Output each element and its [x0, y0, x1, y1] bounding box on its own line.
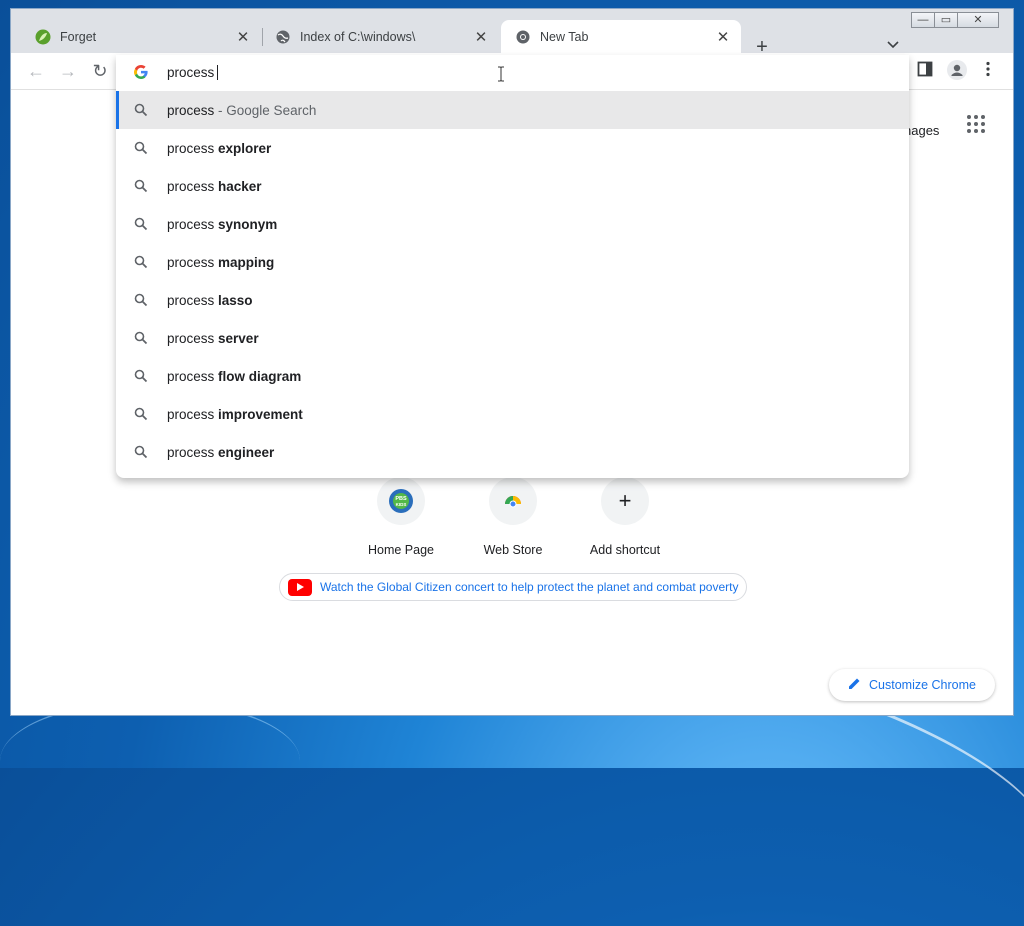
forward-button[interactable]: →: [57, 60, 79, 82]
suggestion-prefix: process: [167, 102, 215, 118]
back-button[interactable]: ←: [25, 60, 47, 82]
address-bar[interactable]: process: [116, 55, 909, 89]
suggestion-text: process - Google Search: [167, 103, 316, 118]
suggestion-text: process lasso: [167, 293, 253, 308]
suggestion-completion: improvement: [218, 406, 303, 422]
desktop-swoosh: [0, 700, 300, 822]
suggestion-text: process hacker: [167, 179, 262, 194]
suggestion-prefix: process: [167, 216, 219, 232]
suggestion-item[interactable]: process mapping: [116, 243, 909, 281]
plus-icon: +: [601, 477, 649, 525]
suggestion-item[interactable]: process synonym: [116, 205, 909, 243]
plus-glyph: +: [618, 488, 632, 513]
suggestion-completion: engineer: [218, 444, 275, 460]
search-icon: [134, 293, 148, 307]
suggestion-prefix: process: [167, 330, 219, 346]
suggestion-completion: hacker: [218, 178, 262, 194]
customize-label: Customize Chrome: [869, 678, 976, 692]
side-panel-icon[interactable]: [917, 61, 933, 82]
promo-link[interactable]: Watch the Global Citizen concert to help…: [279, 573, 747, 601]
tab-title: New Tab: [540, 29, 589, 44]
profile-avatar-icon[interactable]: [947, 60, 967, 85]
menu-kebab-icon[interactable]: [986, 61, 990, 82]
omnibox-value: process: [167, 65, 215, 80]
suggestion-completion: flow diagram: [218, 368, 302, 384]
suggestion-item[interactable]: process explorer: [116, 129, 909, 167]
tab-title: Index of C:\windows\: [300, 29, 416, 44]
svg-text:KIDS: KIDS: [396, 502, 407, 507]
leaf-icon: [35, 29, 51, 45]
suggestion-text: process explorer: [167, 141, 271, 156]
search-icon: [134, 179, 148, 193]
suggestion-completion: server: [218, 330, 259, 346]
search-icon: [134, 141, 148, 155]
close-tab-icon[interactable]: ✕: [715, 28, 731, 46]
suggestion-description: - Google Search: [214, 102, 317, 118]
suggestion-prefix: process: [167, 292, 219, 308]
tab-strip: Forget ✕ Index of C:\windows\ ✕ New Tab …: [11, 20, 1013, 58]
search-icon: [134, 369, 148, 383]
suggestion-prefix: process: [167, 406, 219, 422]
youtube-icon: [288, 578, 312, 596]
suggestion-prefix: process: [167, 444, 219, 460]
search-icon: [134, 255, 148, 269]
shortcut-label: Add shortcut: [589, 543, 661, 557]
text-caret: [217, 65, 219, 80]
shortcut-home-page[interactable]: PBS KIDS Home Page: [346, 477, 456, 557]
pbs-kids-icon: PBS KIDS: [377, 477, 425, 525]
suggestion-item[interactable]: process improvement: [116, 395, 909, 433]
suggestion-text: process synonym: [167, 217, 277, 232]
shortcut-add[interactable]: + Add shortcut: [570, 477, 680, 557]
chrome-icon: [515, 29, 531, 45]
tab-new-tab[interactable]: New Tab ✕: [501, 20, 741, 53]
omnibox-input-text[interactable]: process: [167, 65, 219, 80]
tab-index-windows[interactable]: Index of C:\windows\ ✕: [261, 20, 499, 53]
suggestion-item[interactable]: process - Google Search: [116, 91, 909, 129]
suggestion-list: process - Google Search process explorer p…: [116, 91, 909, 471]
suggestion-item[interactable]: process flow diagram: [116, 357, 909, 395]
reload-button[interactable]: ↻: [89, 60, 111, 82]
close-tab-icon[interactable]: ✕: [235, 28, 251, 46]
shortcut-label: Home Page: [367, 543, 434, 557]
suggestion-text: process improvement: [167, 407, 303, 422]
suggestion-text: process server: [167, 331, 259, 346]
suggestion-item[interactable]: process hacker: [116, 167, 909, 205]
suggestion-prefix: process: [167, 178, 219, 194]
tab-forget[interactable]: Forget ✕: [21, 20, 261, 53]
suggestion-item[interactable]: process server: [116, 319, 909, 357]
suggestion-text: process flow diagram: [167, 369, 301, 384]
suggestion-completion: lasso: [218, 292, 253, 308]
suggestion-completion: mapping: [218, 254, 275, 270]
search-icon: [134, 217, 148, 231]
text-cursor-icon: [497, 66, 505, 87]
google-apps-icon[interactable]: [967, 115, 985, 133]
shortcut-label: Web Store: [483, 543, 543, 557]
suggestion-item[interactable]: process engineer: [116, 433, 909, 471]
customize-chrome-button[interactable]: Customize Chrome: [829, 669, 995, 701]
tab-search-chevron-icon[interactable]: [887, 38, 899, 52]
chrome-webstore-icon: [489, 477, 537, 525]
suggestion-completion: explorer: [218, 140, 272, 156]
shortcut-web-store[interactable]: Web Store: [458, 477, 568, 557]
suggestion-prefix: process: [167, 254, 219, 270]
images-link[interactable]: nages: [904, 123, 939, 138]
google-g-icon: [134, 65, 148, 79]
pencil-icon: [848, 677, 861, 693]
close-tab-icon[interactable]: ✕: [473, 28, 489, 46]
suggestion-prefix: process: [167, 140, 219, 156]
suggestion-text: process mapping: [167, 255, 274, 270]
browser-window: — ▭ ✕ Forget ✕ Index of C:\windows\ ✕ Ne…: [10, 8, 1014, 716]
suggestion-item[interactable]: process lasso: [116, 281, 909, 319]
globe-icon: [275, 29, 291, 45]
promo-text: Watch the Global Citizen concert to help…: [320, 580, 739, 594]
tab-title: Forget: [60, 29, 97, 44]
suggestion-completion: synonym: [218, 216, 278, 232]
search-icon: [134, 331, 148, 345]
search-icon: [134, 445, 148, 459]
search-icon: [134, 103, 148, 117]
search-icon: [134, 407, 148, 421]
suggestion-text: process engineer: [167, 445, 274, 460]
omnibox-dropdown: process process - Google Search process e…: [116, 55, 909, 478]
suggestion-prefix: process: [167, 368, 219, 384]
